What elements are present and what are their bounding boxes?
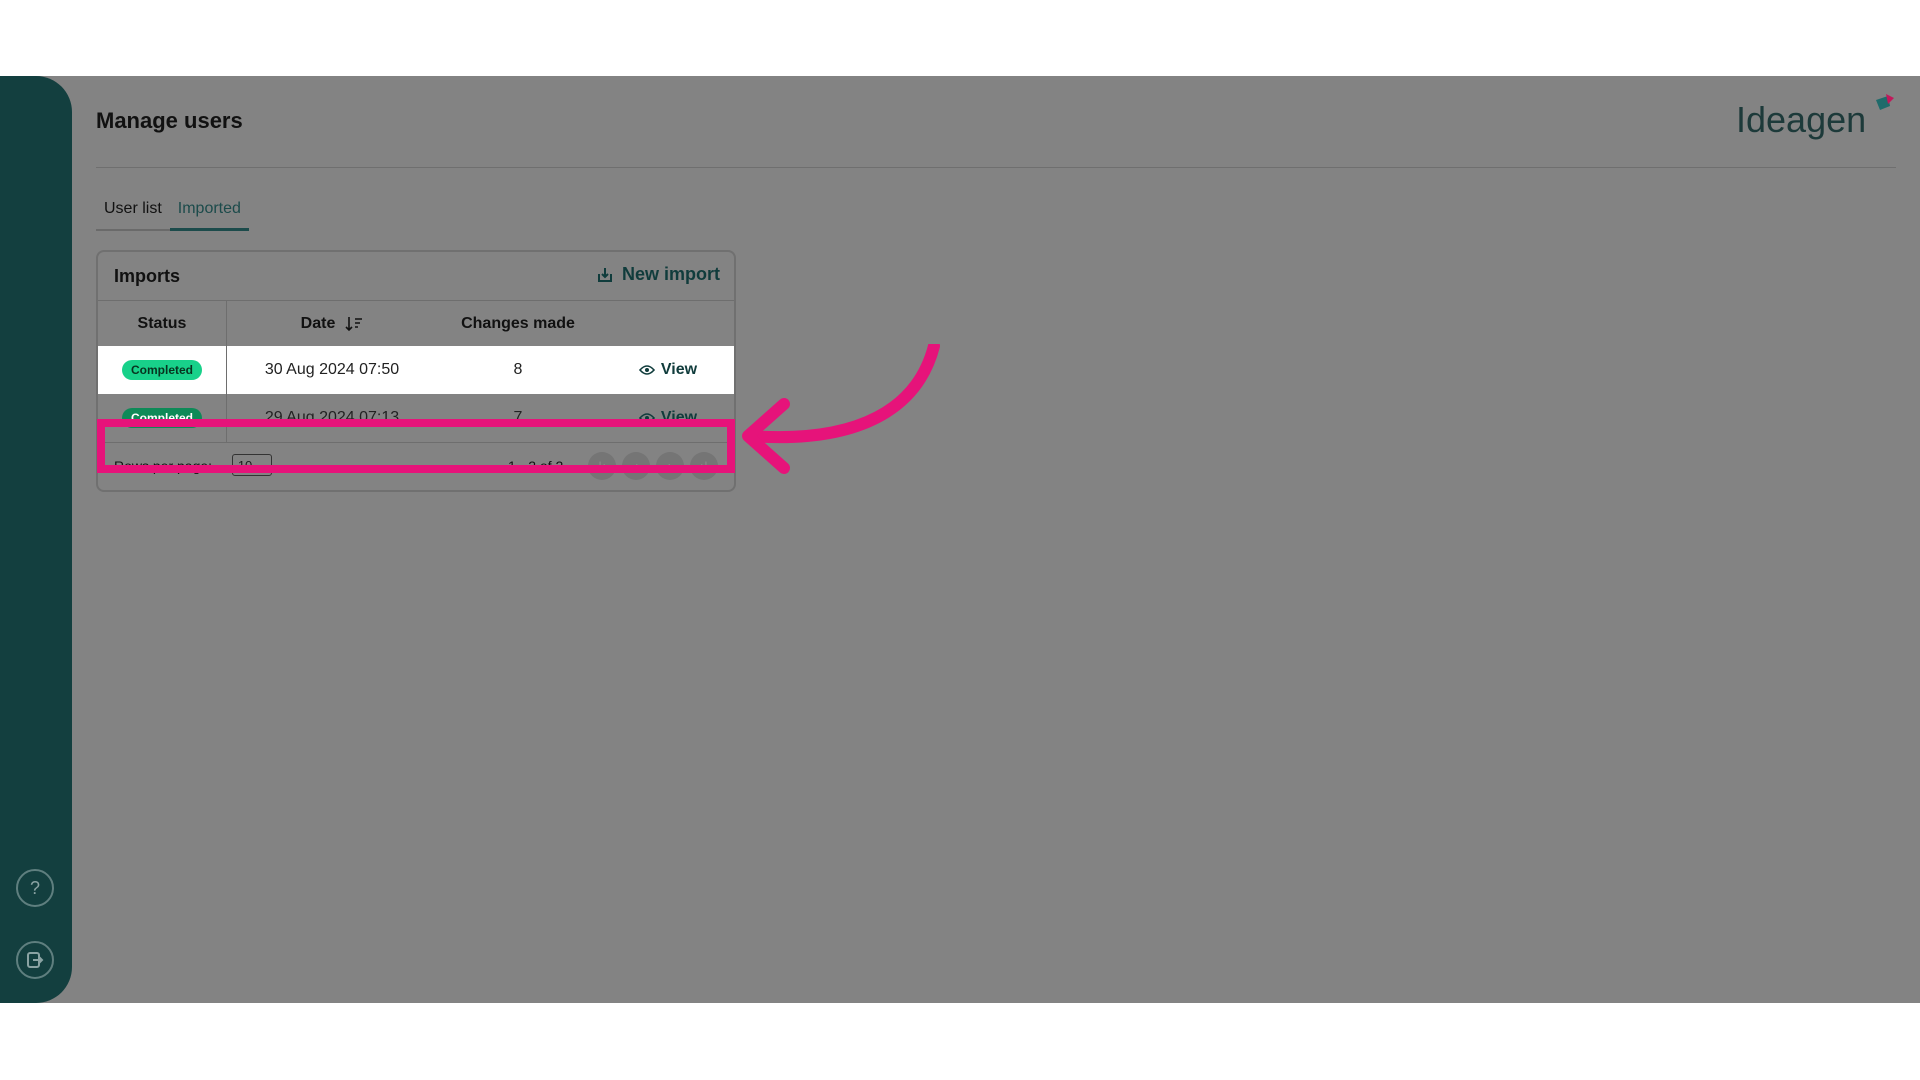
- imports-card: Imports New import Status Date Changes m…: [96, 250, 736, 492]
- column-changes: Changes made: [461, 315, 575, 332]
- view-button[interactable]: View: [638, 361, 697, 379]
- sort-icon: [345, 317, 363, 332]
- eye-icon: [638, 365, 655, 375]
- table-footer: Rows per page: 10 ⌄ 1 - 2 of 2 |‹ ‹ › ›|: [98, 442, 734, 492]
- table-row: Completed 30 Aug 2024 07:50 8 View: [98, 346, 734, 394]
- new-import-button[interactable]: New import: [596, 264, 720, 285]
- tab-imported[interactable]: Imported: [169, 194, 249, 231]
- chevron-left-icon: ‹: [634, 459, 638, 473]
- chevron-right-icon: ›: [668, 459, 672, 473]
- row-changes: 8: [513, 361, 523, 378]
- status-badge: Completed: [121, 360, 202, 380]
- row-date: 30 Aug 2024 07:50: [264, 361, 400, 378]
- rows-per-page-select[interactable]: 10 ⌄: [232, 454, 272, 476]
- imports-title: Imports: [114, 266, 181, 286]
- last-page-icon: ›|: [700, 459, 708, 473]
- status-badge: Completed: [121, 408, 202, 428]
- sidebar: ?: [0, 76, 72, 1003]
- app-frame: ? Manage users Ideagen User list Importe…: [0, 76, 1920, 1003]
- first-page-button[interactable]: |‹: [588, 452, 616, 480]
- pagination-range: 1 - 2 of 2: [508, 458, 564, 474]
- logout-button[interactable]: [16, 941, 54, 979]
- new-import-label: New import: [621, 264, 720, 284]
- row-changes: 7: [513, 409, 523, 426]
- chevron-down-icon: ⌄: [255, 457, 267, 472]
- column-status: Status: [98, 301, 227, 347]
- row-date: 29 Aug 2024 07:13: [264, 409, 400, 426]
- import-icon: [597, 267, 612, 282]
- header-divider: [96, 167, 1896, 168]
- annotation-arrow: [742, 344, 940, 474]
- column-date[interactable]: Date: [226, 301, 438, 347]
- help-button[interactable]: ?: [16, 869, 54, 907]
- next-page-button[interactable]: ›: [656, 452, 684, 480]
- table-row: Completed 29 Aug 2024 07:13 7 View: [98, 394, 734, 443]
- tab-user-list[interactable]: User list: [96, 194, 170, 231]
- logo-text: Ideagen: [1736, 99, 1866, 140]
- prev-page-button[interactable]: ‹: [622, 452, 650, 480]
- tab-bar: User list Imported: [96, 194, 249, 231]
- logout-icon: [27, 952, 44, 968]
- first-page-icon: |‹: [598, 459, 606, 473]
- last-page-button[interactable]: ›|: [690, 452, 718, 480]
- column-date-label: Date: [300, 315, 336, 332]
- view-button[interactable]: View: [638, 409, 697, 427]
- table-header: Status Date Changes made: [98, 300, 734, 348]
- ideagen-logo: Ideagen: [1736, 92, 1896, 148]
- pagination-controls: |‹ ‹ › ›|: [588, 452, 718, 480]
- eye-icon: [638, 413, 655, 423]
- page-title: Manage users: [96, 108, 243, 133]
- help-icon: ?: [29, 877, 40, 898]
- rows-per-page-label: Rows per page:: [114, 458, 213, 474]
